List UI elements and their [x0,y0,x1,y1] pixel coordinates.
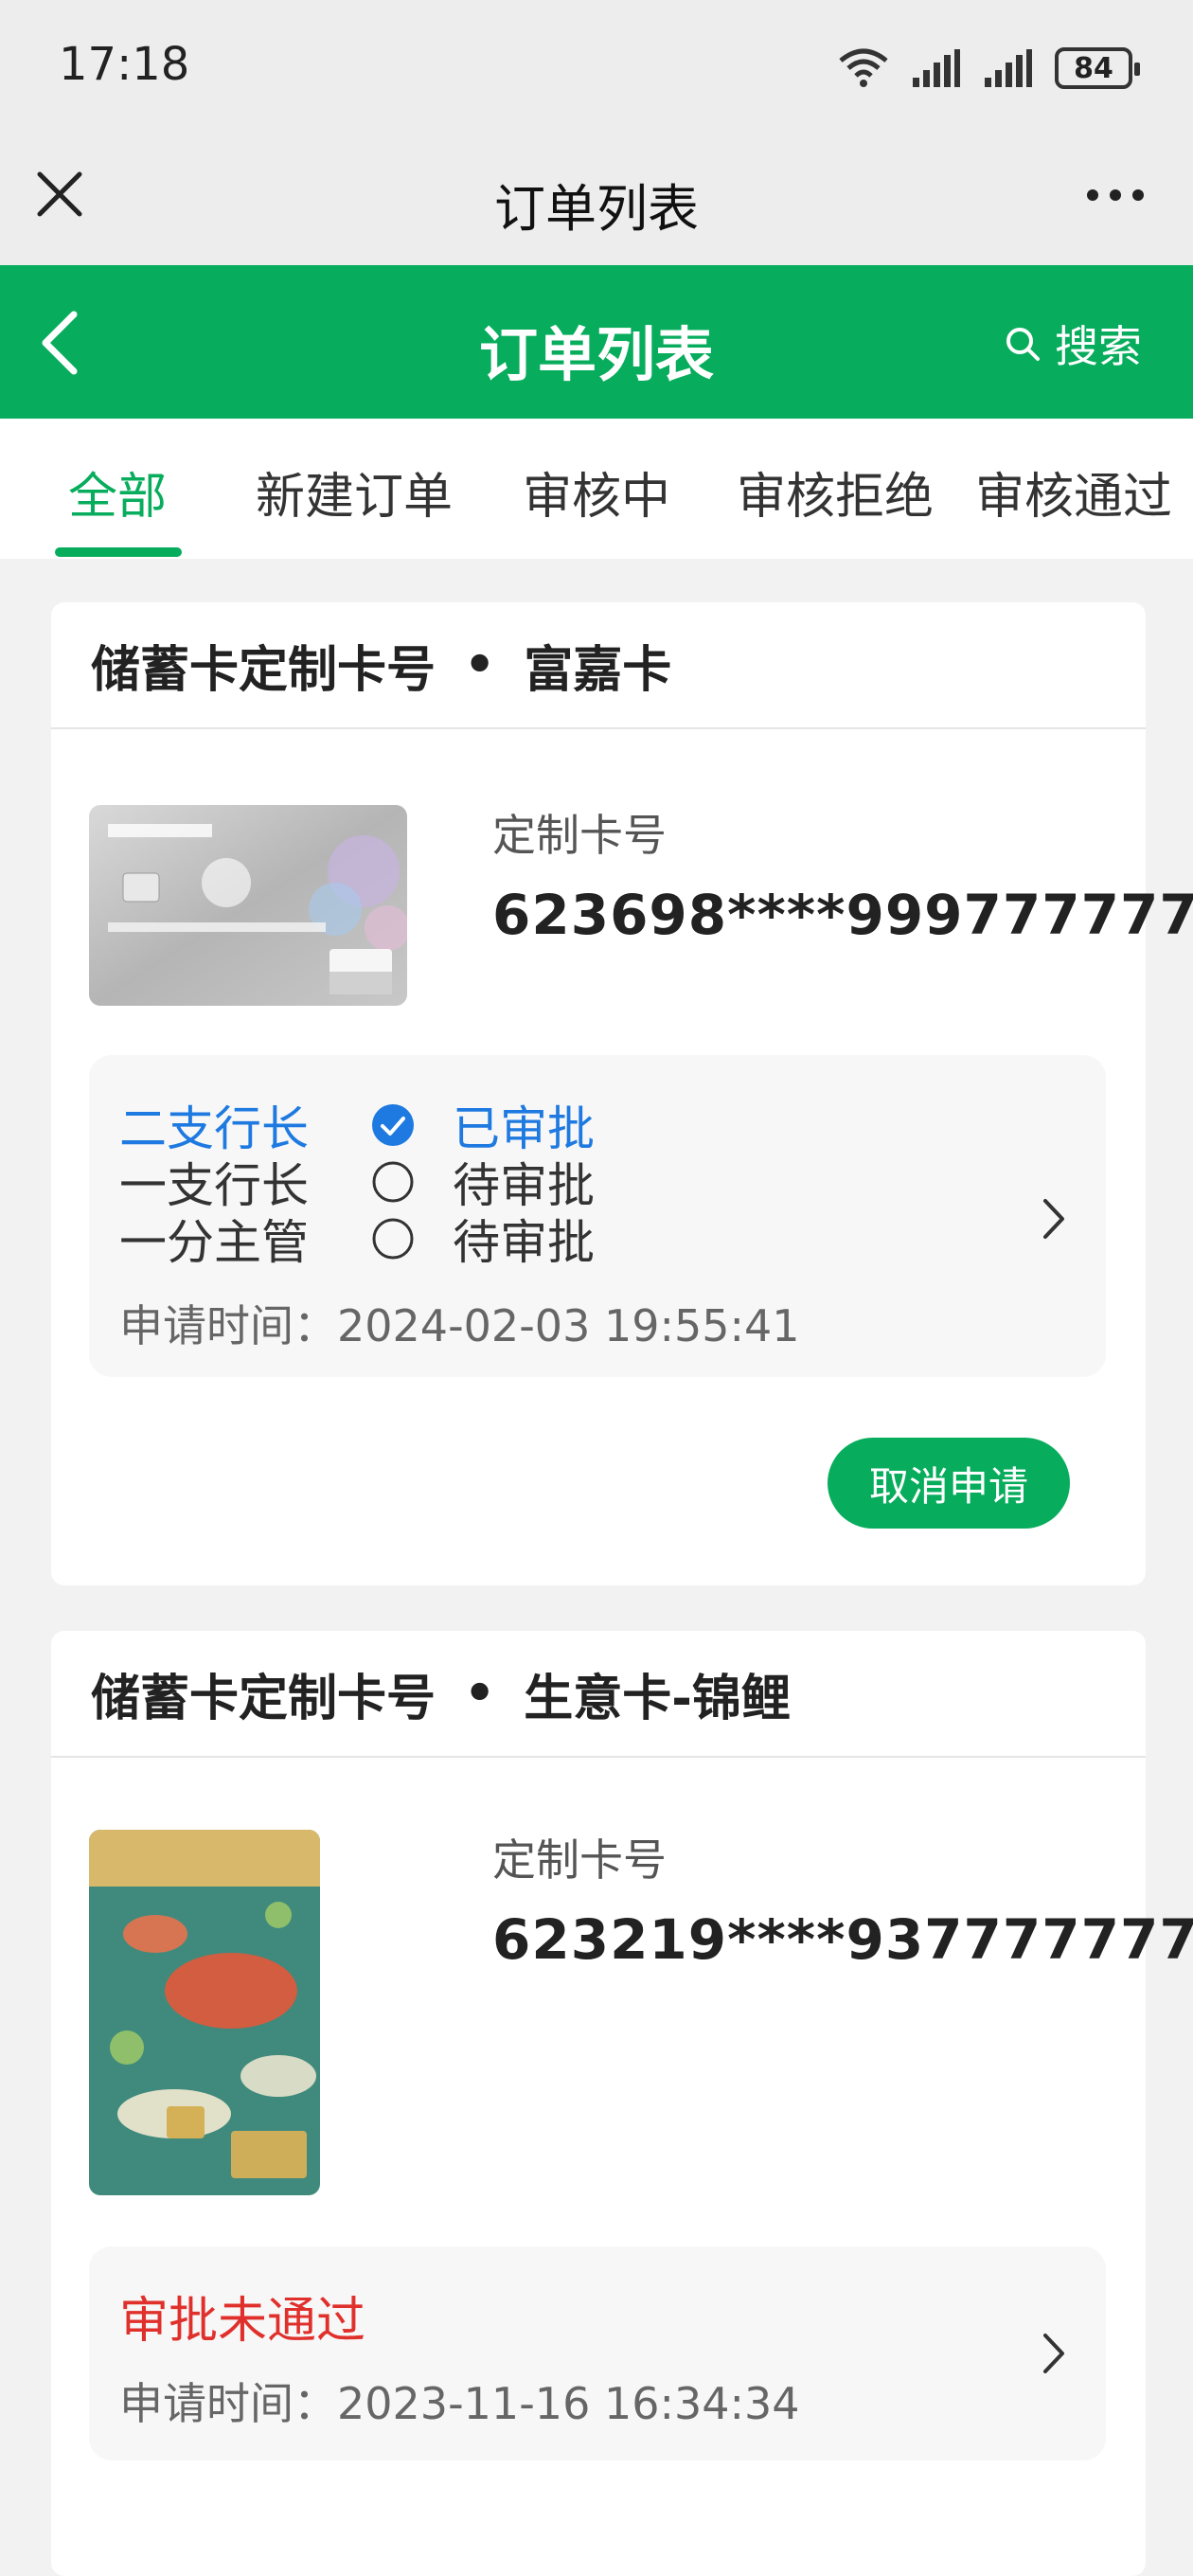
order-card: 储蓄卡定制卡号 • 富嘉卡 定制卡号 623698****999777777 二 [51,602,1193,1585]
apply-time: 申请时间：2023-11-16 16:34:34 [119,2378,800,2429]
approval-panel[interactable]: 二支行长 已审批 一支行长 待审批 一分主管 待审批 申请时间：2024-02-… [89,1055,1106,1377]
signal-icon-2 [985,49,1032,87]
card-number-label: 定制卡号 [492,1834,667,1886]
signal-icon [913,49,960,87]
rejected-status: 审批未通过 [119,2293,366,2350]
status-time: 17:18 [59,38,190,91]
approval-panel[interactable]: 审批未通过 申请时间：2023-11-16 16:34:34 [89,2246,1106,2460]
order-card: 储蓄卡定制卡号 • 生意卡-锦鲤 定制卡号 623219****93777777… [51,1631,1193,2576]
check-circle-icon [372,1104,414,1146]
separator-dot: • [464,636,496,693]
card-image [89,805,407,1006]
card-number: 623219****937777777 [492,1907,1193,1972]
empty-circle-icon [372,1218,414,1260]
status-icons: 84 [837,42,1140,95]
tab-approved[interactable]: 审核通过 [975,456,1172,528]
wechat-page-title: 订单列表 [494,179,699,239]
search-label: 搜索 [1055,321,1142,372]
wechat-title-bar: 订单列表 [0,133,1193,265]
order-category: 储蓄卡定制卡号 [91,641,436,699]
card-number-label: 定制卡号 [492,810,667,861]
search-icon [1006,328,1040,361]
order-card-header: 储蓄卡定制卡号 • 生意卡-锦鲤 [51,1631,1146,1758]
tab-reviewing[interactable]: 审核中 [523,456,670,528]
order-card-name: 生意卡-锦鲤 [524,1670,791,1727]
card-image [89,1830,320,2195]
chevron-right-icon[interactable] [1040,1195,1068,1243]
order-card-header: 储蓄卡定制卡号 • 富嘉卡 [51,602,1146,729]
tab-new-order[interactable]: 新建订单 [256,456,453,528]
empty-circle-icon [372,1161,414,1203]
card-artwork [89,805,407,1006]
battery-level: 84 [1074,51,1113,85]
app-header: 订单列表 搜索 [0,265,1193,419]
approver-role: 一分主管 [119,1215,309,1270]
battery-icon: 84 [1055,47,1140,89]
card-artwork [89,1830,320,2195]
active-tab-indicator [55,547,182,557]
order-category: 储蓄卡定制卡号 [91,1670,436,1727]
order-card-name: 富嘉卡 [524,641,672,699]
separator-dot: • [464,1665,496,1722]
approval-status: 待审批 [453,1215,595,1270]
card-number: 623698****999777777 [492,883,1193,947]
order-tabs: 全部 新建订单 审核中 审核拒绝 审核通过 [0,419,1193,559]
status-bar: 17:18 84 [0,0,1193,133]
tab-all[interactable]: 全部 [68,456,167,528]
apply-time: 申请时间：2024-02-03 19:55:41 [119,1300,800,1351]
cancel-application-button[interactable]: 取消申请 [828,1438,1070,1529]
chevron-right-icon[interactable] [1040,2330,1068,2377]
wifi-icon [839,48,888,87]
search-button[interactable]: 搜索 [1004,313,1142,375]
more-icon[interactable] [1085,186,1146,205]
tab-rejected[interactable]: 审核拒绝 [737,456,934,528]
approval-row: 一分主管 待审批 [119,1205,595,1273]
